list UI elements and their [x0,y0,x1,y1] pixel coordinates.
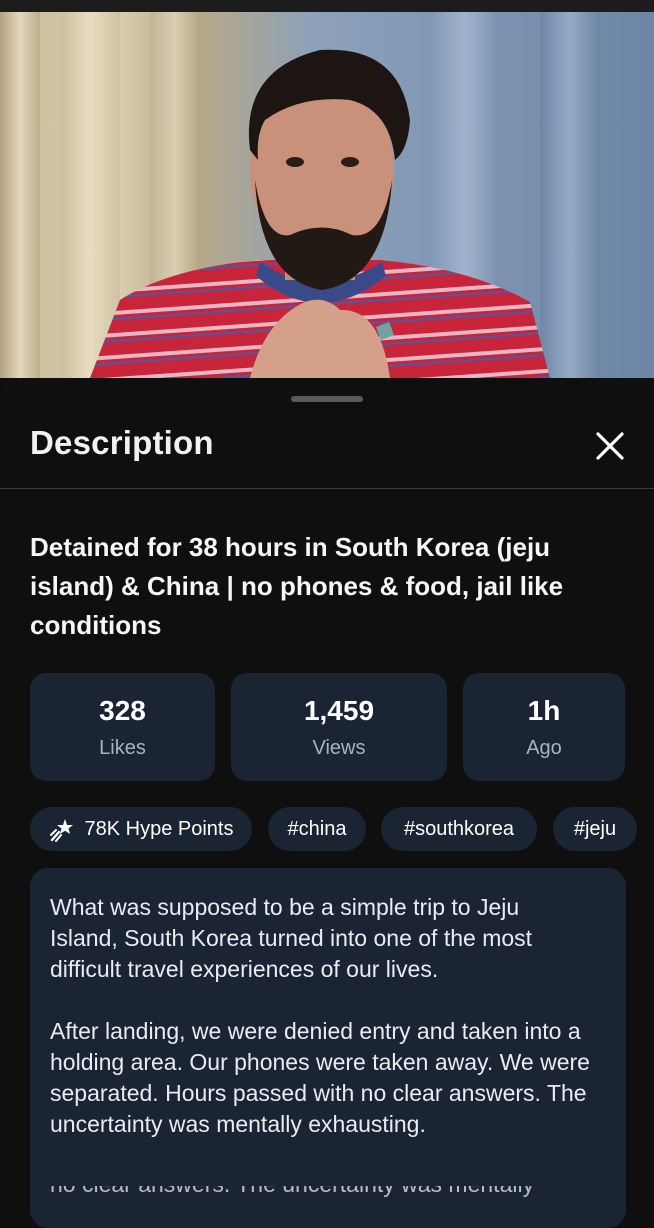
video-player[interactable] [0,0,654,378]
views-count: 1,459 [303,695,375,726]
video-title: Detained for 38 hours in South Korea (je… [30,532,564,640]
age-stat: 1h Ago [463,673,625,781]
overlap-text: no clear answers. The uncertainty was me… [50,1186,610,1200]
hashtag-chip-jeju[interactable]: #jeju [553,807,637,851]
likes-label: Likes [99,737,146,759]
hashtag-label: #jeju [573,817,617,840]
drag-handle[interactable] [291,396,363,402]
description-text: What was supposed to be a simple trip to… [50,892,590,1171]
hashtag-chip-southkorea[interactable]: #southkorea [381,807,537,851]
hashtag-chip-china[interactable]: #china [268,807,366,851]
video-frame-person [90,49,550,378]
likes-stat: 328 Likes [30,673,215,781]
views-stat: 1,459 Views [231,673,447,781]
description-paragraph: After landing, we were denied entry and … [50,1018,590,1137]
overlapping-text-artifact: no clear answers. The uncertainty was me… [50,1186,610,1200]
status-strip [0,0,654,12]
age-value: 1h [527,695,561,726]
age-label: Ago [526,737,562,759]
description-sheet: Description Detained for 38 hours in Sou… [0,378,654,1228]
sheet-title: Description [30,424,214,461]
description-paragraph: What was supposed to be a simple trip to… [50,894,533,982]
views-label: Views [312,737,366,759]
hype-points-label: 78K Hype Points [84,817,234,840]
description-box: What was supposed to be a simple trip to… [30,868,626,1228]
curtain-fold [0,12,40,378]
hype-rocket-icon [49,819,73,842]
close-icon[interactable] [592,428,628,464]
hype-points-chip[interactable]: 78K Hype Points [30,807,252,851]
hashtag-label: #china [287,817,347,840]
likes-count: 328 [99,695,146,726]
hashtag-label: #southkorea [403,817,515,840]
header-divider [0,488,654,489]
